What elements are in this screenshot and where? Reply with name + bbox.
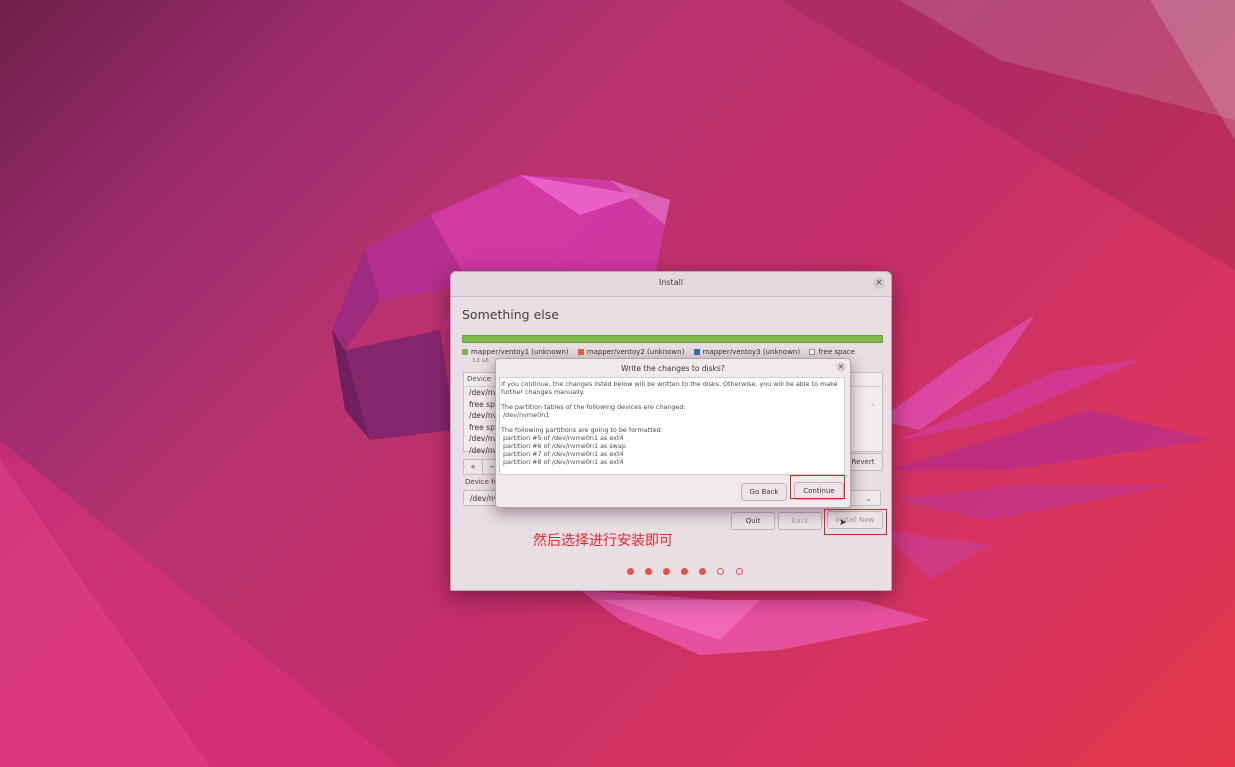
window-title: Install — [658, 278, 684, 287]
dialog-body: If you continue, the changes listed belo… — [499, 377, 845, 475]
page-title: Something else — [462, 307, 559, 322]
back-button[interactable]: Back — [778, 512, 822, 530]
dialog-line: /dev/nvme0n1 — [503, 411, 550, 419]
continue-highlight-box — [790, 475, 845, 499]
boot-device-value: /dev/nv — [470, 494, 499, 503]
legend-item-ventoy1: mapper/ventoy1 (unknown) — [462, 348, 569, 356]
progress-dot — [627, 568, 634, 575]
quit-button[interactable]: Quit — [731, 512, 775, 530]
progress-dot — [735, 568, 743, 575]
boot-device-label: Device fo — [465, 478, 498, 486]
dialog-title-text: Write the changes to disks? — [621, 364, 725, 373]
go-back-button[interactable]: Go Back — [741, 483, 787, 501]
progress-dots — [627, 560, 749, 575]
progress-dot — [645, 568, 653, 575]
progress-dot — [717, 568, 725, 575]
legend-label: mapper/ventoy2 (unknown) — [586, 348, 685, 356]
mouse-pointer-icon: ➤ — [839, 518, 847, 528]
chevron-down-icon: ⌄ — [865, 494, 872, 503]
legend-swatch-ventoy3 — [693, 349, 700, 355]
legend-swatch-free-space — [809, 349, 816, 355]
legend-label: free space — [818, 348, 855, 356]
annotation-caption: 然后选择进行安装即可 — [533, 533, 673, 549]
dialog-title: Write the changes to disks? × — [496, 359, 850, 376]
progress-dot — [681, 568, 689, 575]
close-icon[interactable]: × — [873, 277, 885, 289]
progress-dot — [663, 568, 671, 575]
legend-label: mapper/ventoy1 (unknown) — [471, 348, 569, 356]
progress-dot — [699, 568, 707, 575]
dialog-line: partition #5 of /dev/nvme0n1 as ext4 — [503, 434, 624, 442]
legend-item-ventoy2: mapper/ventoy2 (unknown) — [577, 348, 685, 356]
dialog-line: The following partitions are going to be… — [501, 426, 663, 434]
window-titlebar[interactable]: Install × — [451, 272, 891, 297]
partition-usage-bar — [462, 335, 883, 343]
legend-label: mapper/ventoy3 (unknown) — [702, 348, 801, 356]
dialog-line: partition #7 of /dev/nvme0n1 as ext4 — [503, 450, 624, 458]
add-partition-button[interactable]: + — [463, 459, 483, 475]
dialog-line: partition #8 of /dev/nvme0n1 as ext4 — [503, 458, 624, 466]
legend-swatch-ventoy1 — [462, 349, 468, 355]
legend-swatch-ventoy2 — [577, 349, 584, 355]
legend-item-ventoy3: mapper/ventoy3 (unknown) — [693, 348, 801, 356]
legend-size: 3.8 GB — [472, 358, 489, 364]
dialog-line: further changes manually. — [501, 388, 585, 396]
install-now-highlight-box — [824, 509, 887, 535]
close-icon[interactable]: × — [836, 362, 846, 372]
dialog-line: If you continue, the changes listed belo… — [501, 380, 838, 388]
dialog-line: The partition tables of the following de… — [501, 403, 686, 411]
legend-item-free-space: free space — [809, 348, 855, 356]
scroll-indicator-icon[interactable]: ⌃ — [870, 403, 876, 411]
dialog-line: partition #6 of /dev/nvme0n1 as swap — [503, 442, 626, 450]
